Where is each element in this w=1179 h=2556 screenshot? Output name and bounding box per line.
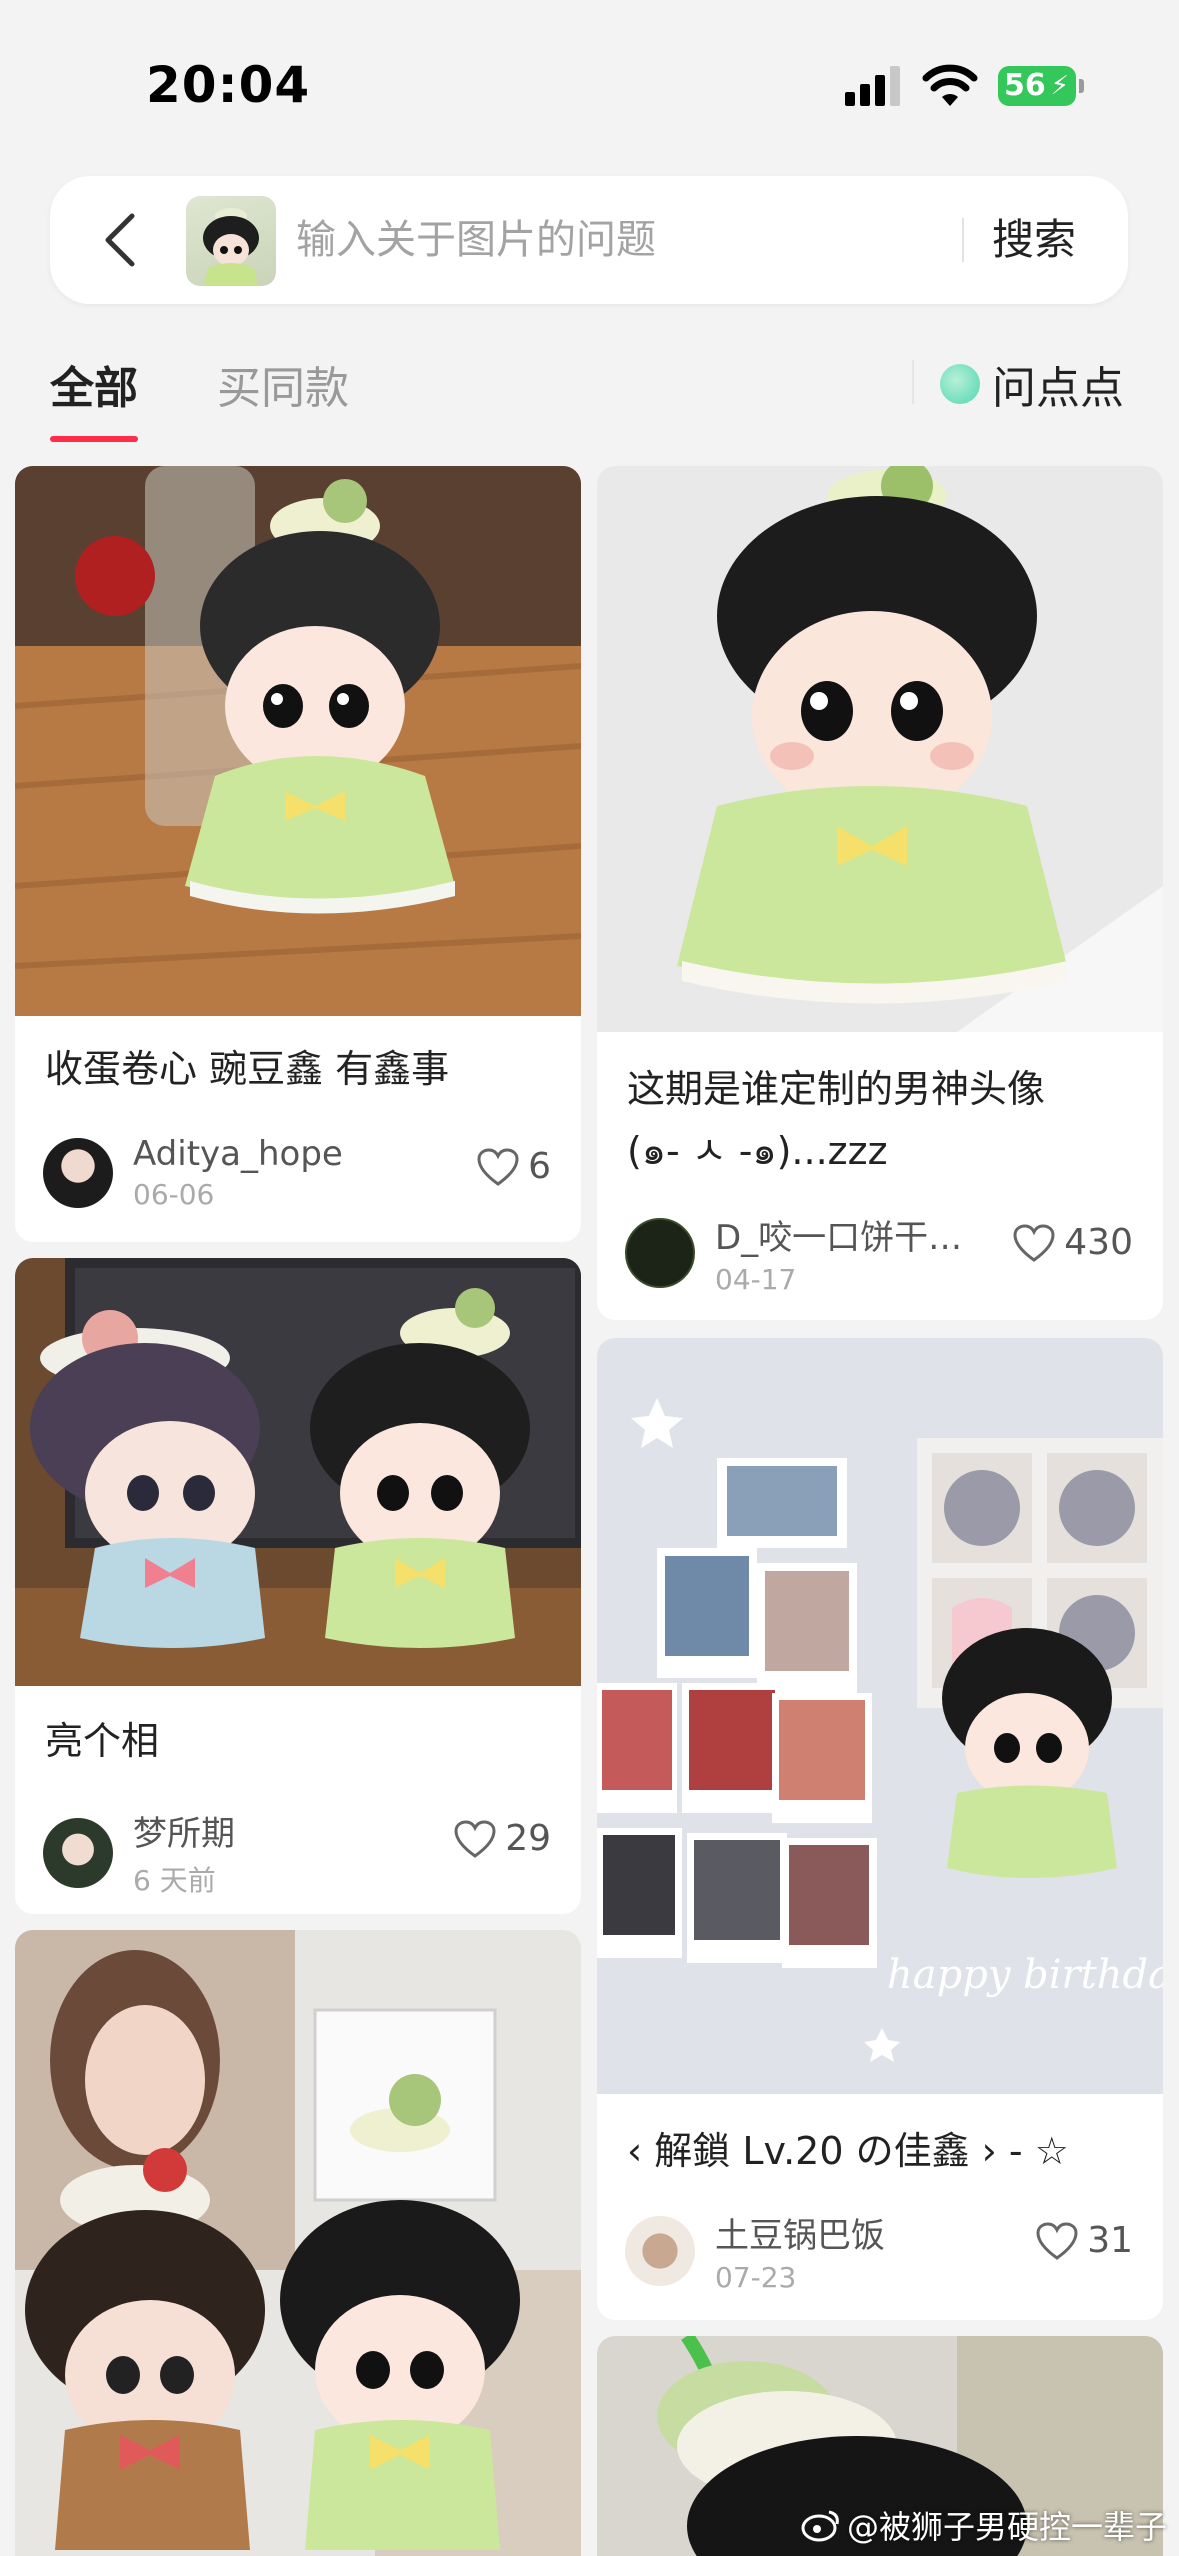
post-date: 06-06 <box>133 1178 215 1211</box>
weibo-logo-icon <box>801 2510 839 2542</box>
note-title: 这期是谁定制的男神头像 <box>627 1067 1046 1111</box>
avatar <box>43 1137 113 1208</box>
post-date: 6 天前 <box>133 1864 216 1897</box>
charging-bolt-icon: ⚡ <box>1050 71 1069 101</box>
filter-tabs: 全部 买同款 问点点 <box>0 340 1179 442</box>
like-button[interactable]: 29 <box>453 1818 551 1859</box>
note-title-line2: (๑- ㅅ -๑)...zzz <box>627 1129 888 1173</box>
note-image <box>15 466 581 1016</box>
like-count: 29 <box>505 1818 551 1859</box>
tab-buy-same[interactable]: 买同款 <box>217 352 349 416</box>
battery-indicator: 56 ⚡ <box>998 66 1084 106</box>
watermark: @被狮子男硬控一辈子 <box>801 2502 1167 2548</box>
author-name: Aditya_hope <box>133 1134 343 1174</box>
author-name: 梦所期 <box>133 1814 235 1854</box>
battery-level: 56 <box>1004 68 1046 103</box>
author-name: 土豆锅巴饭 <box>715 2216 885 2256</box>
post-date: 07-23 <box>715 2261 797 2294</box>
author-name: D_咬一口饼干… <box>715 1218 963 1258</box>
avatar <box>625 2216 695 2286</box>
tab-all[interactable]: 全部 <box>50 352 138 442</box>
note-author[interactable]: 梦所期 6 天前 <box>43 1806 235 1899</box>
watermark-text: @被狮子男硬控一辈子 <box>846 2508 1167 2546</box>
note-card[interactable]: 这期是谁定制的男神头像 (๑- ㅅ -๑)...zzz D_咬一口饼干… 04-… <box>597 466 1163 1320</box>
diandian-icon <box>940 364 980 404</box>
svg-text:happy birthday: happy birthday <box>887 1952 1163 1998</box>
heart-icon <box>454 1819 496 1858</box>
avatar <box>43 1817 113 1888</box>
like-button[interactable]: 430 <box>1012 1222 1133 1263</box>
note-title: ‹ 解鎖 Lv.20 の佳鑫 › - ☆ <box>627 2129 1069 2173</box>
note-card[interactable]: happy birthday ‹ 解鎖 Lv.20 の佳鑫 › - ☆ 土豆锅巴… <box>597 1338 1163 2320</box>
note-author[interactable]: 土豆锅巴饭 07-23 <box>625 2208 885 2294</box>
like-count: 31 <box>1087 2220 1133 2261</box>
search-input[interactable] <box>296 204 946 276</box>
image-search-bar: 搜索 <box>50 176 1128 304</box>
note-card[interactable]: 收蛋卷心 豌豆鑫 有鑫事 Aditya_hope 06-06 6 <box>15 466 581 1242</box>
cellular-signal-icon <box>845 66 903 106</box>
note-image: happy birthday <box>597 1338 1163 2094</box>
note-image <box>15 1930 581 2556</box>
note-title: 收蛋卷心 豌豆鑫 有鑫事 <box>45 1047 450 1091</box>
like-button[interactable]: 31 <box>1035 2220 1133 2261</box>
like-button[interactable]: 6 <box>476 1146 551 1187</box>
heart-icon <box>477 1147 519 1186</box>
like-count: 430 <box>1064 1222 1133 1263</box>
tab-divider <box>912 360 914 404</box>
note-author[interactable]: Aditya_hope 06-06 <box>43 1134 343 1211</box>
note-author[interactable]: D_咬一口饼干… 04-17 <box>625 1210 962 1296</box>
note-image <box>15 1258 581 1686</box>
note-card[interactable] <box>15 1930 581 2556</box>
avatar <box>625 1218 695 1288</box>
post-date: 04-17 <box>715 1263 797 1296</box>
chevron-left-icon <box>105 213 135 267</box>
status-time: 20:04 <box>146 56 311 114</box>
note-card[interactable]: 亮个相 梦所期 6 天前 29 <box>15 1258 581 1914</box>
note-image <box>597 466 1163 1032</box>
heart-icon <box>1013 1223 1055 1262</box>
heart-icon <box>1036 2221 1078 2260</box>
ask-diandian-label: 问点点 <box>992 363 1124 414</box>
back-button[interactable] <box>90 206 150 274</box>
search-divider <box>962 218 964 262</box>
query-image-thumbnail[interactable] <box>186 196 276 286</box>
like-count: 6 <box>528 1146 551 1187</box>
note-title: 亮个相 <box>45 1719 160 1763</box>
status-bar: 20:04 56 ⚡ <box>0 0 1179 170</box>
search-button[interactable]: 搜索 <box>992 204 1076 276</box>
ask-diandian-button[interactable]: 问点点 <box>940 352 1124 416</box>
wifi-icon <box>922 64 978 106</box>
